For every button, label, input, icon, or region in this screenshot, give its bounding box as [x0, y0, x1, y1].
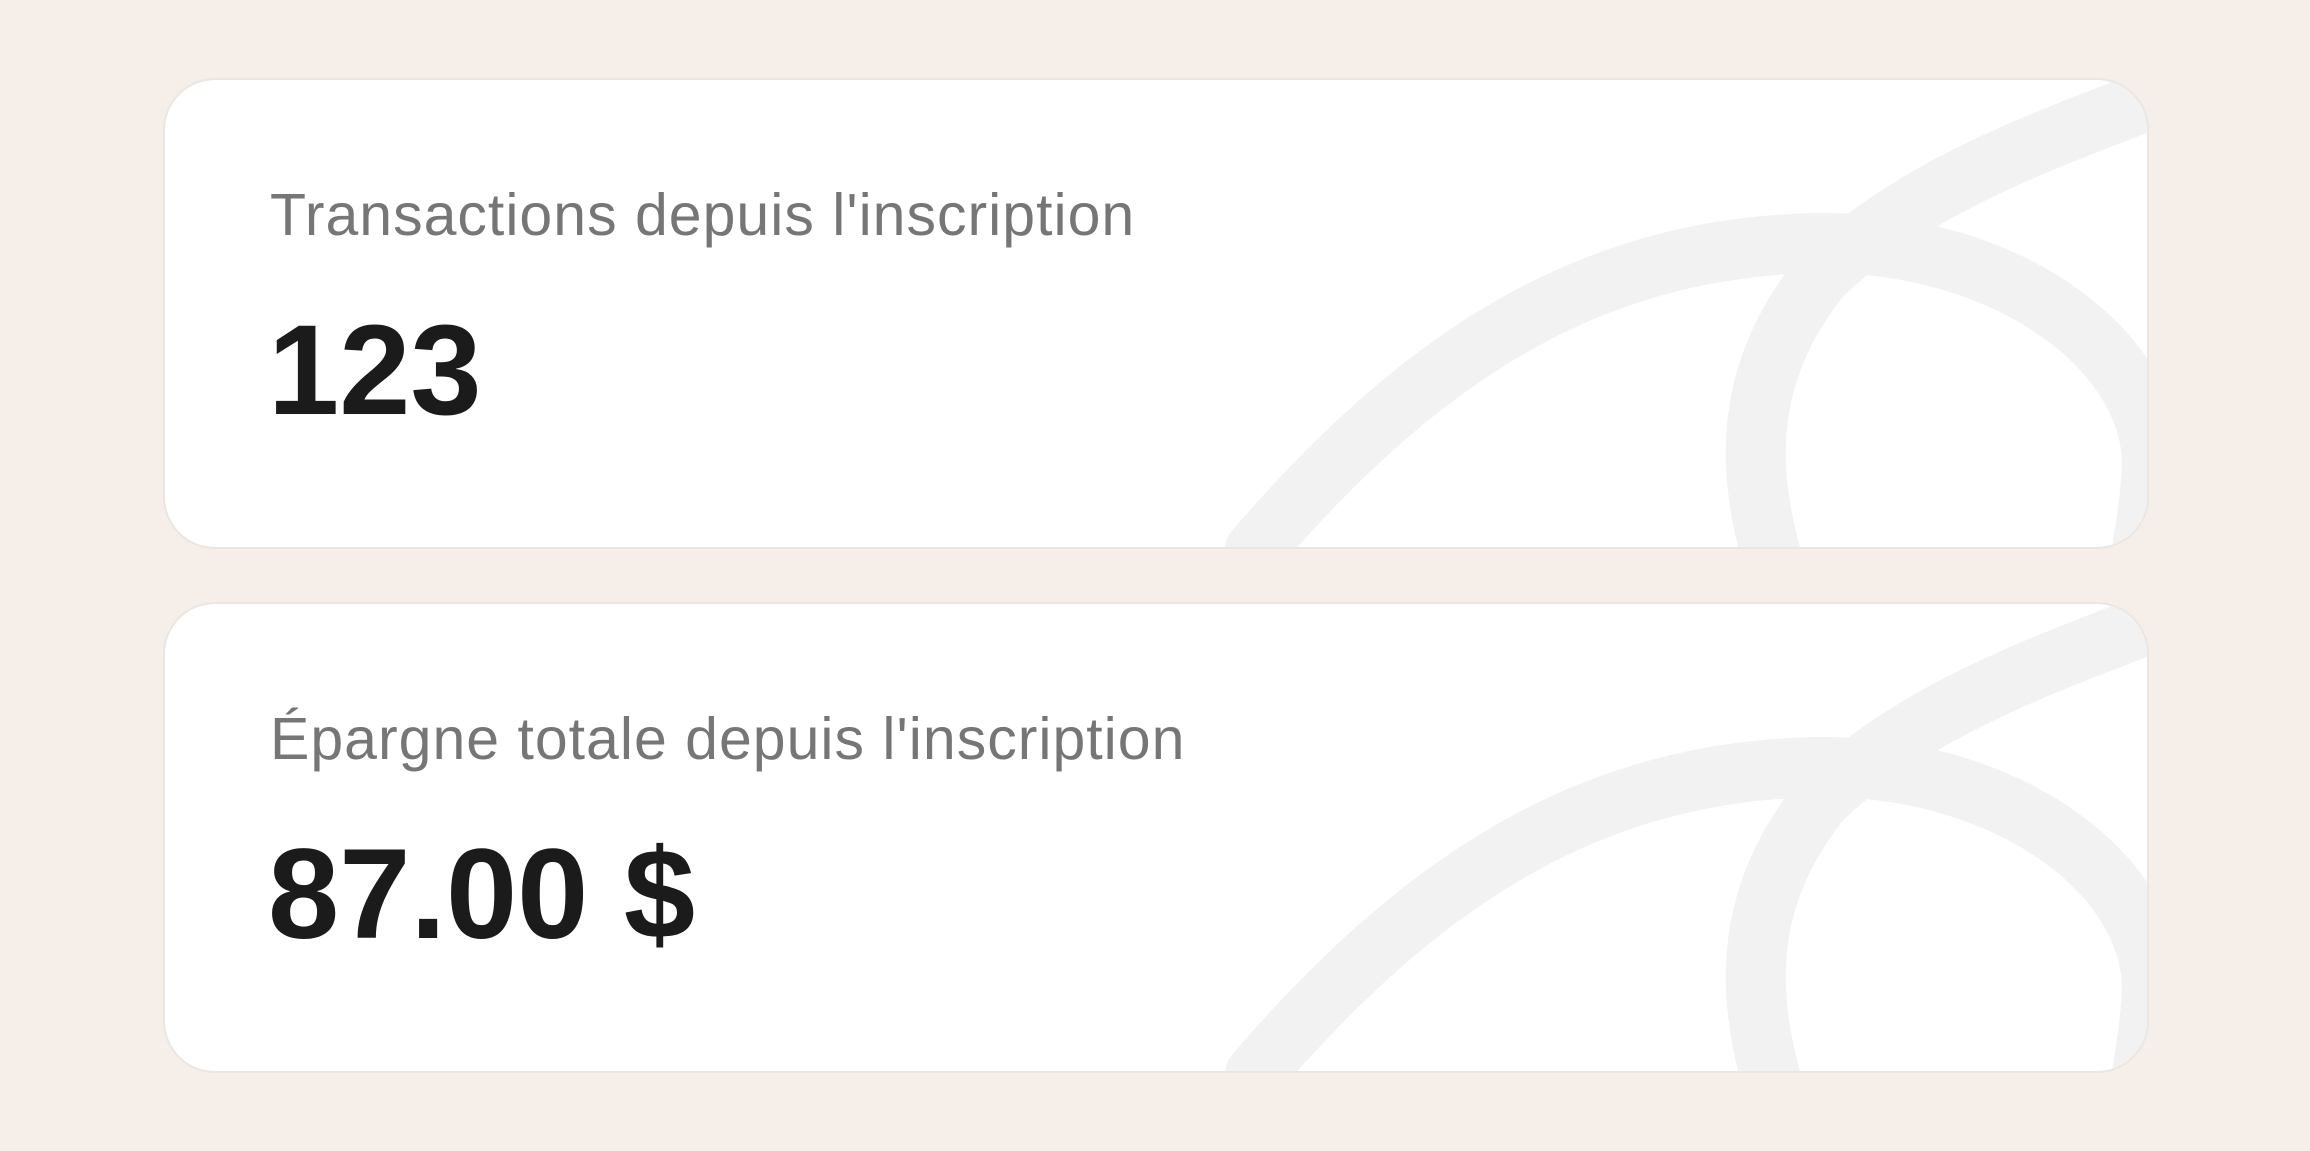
total-savings-label: Épargne totale depuis l'inscription: [270, 706, 1186, 772]
transactions-card: Transactions depuis l'inscription 123: [165, 80, 2147, 547]
transactions-value: 123: [268, 299, 482, 442]
total-savings-card: Épargne totale depuis l'inscription 87.0…: [165, 604, 2147, 1071]
total-savings-value: 87.00 $: [268, 823, 696, 966]
transactions-label: Transactions depuis l'inscription: [270, 182, 1136, 248]
stats-panel: Transactions depuis l'inscription 123 Ép…: [0, 0, 2310, 1151]
